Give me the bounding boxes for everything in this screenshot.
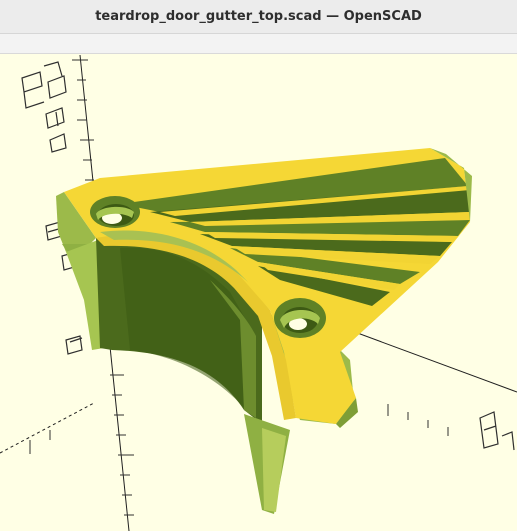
3d-viewport[interactable] [0,54,517,531]
window-title: teardrop_door_gutter_top.scad — OpenSCAD [95,9,422,24]
model-part [56,148,472,514]
openscad-window: teardrop_door_gutter_top.scad — OpenSCAD [0,0,517,531]
screw-hole-right [274,298,326,338]
axis-dashed-left [0,402,95,454]
window-titlebar: teardrop_door_gutter_top.scad — OpenSCAD [0,0,517,34]
render-canvas[interactable] [0,54,517,531]
screw-hole-left [90,196,140,228]
toolbar-strip [0,34,517,54]
